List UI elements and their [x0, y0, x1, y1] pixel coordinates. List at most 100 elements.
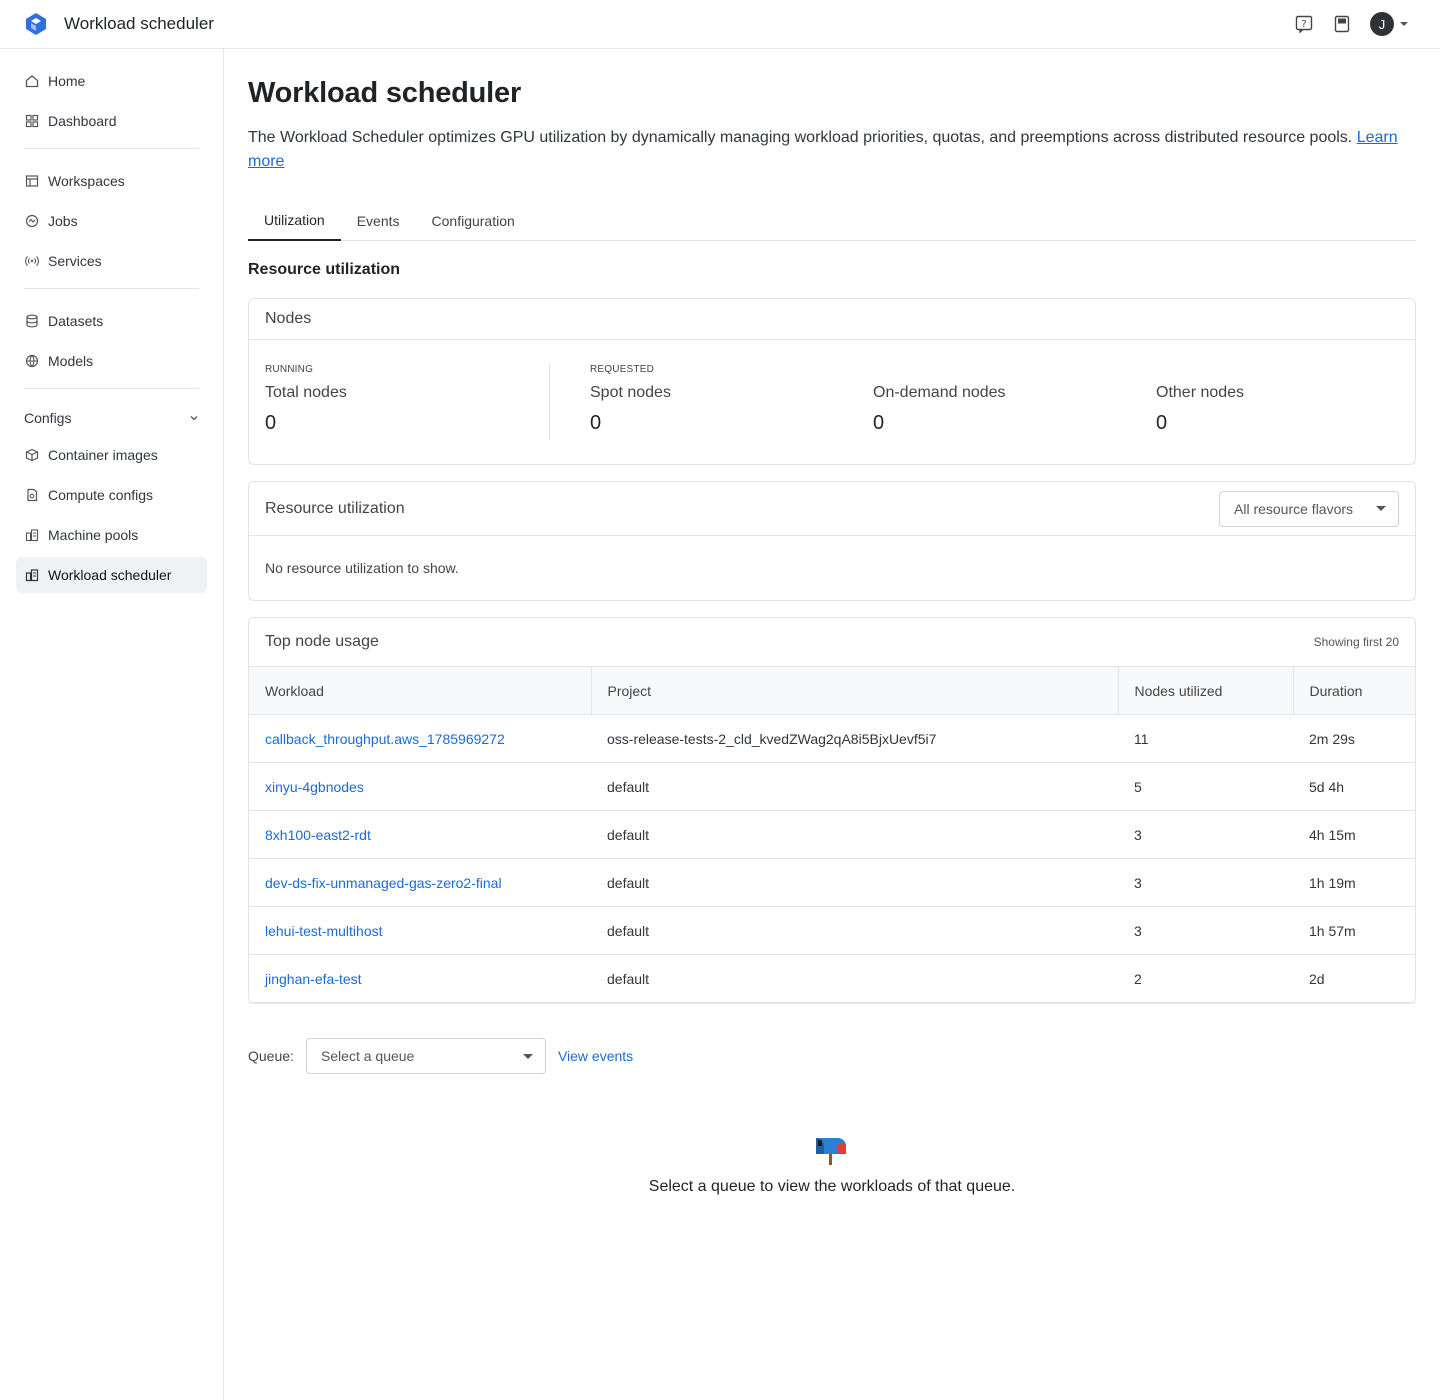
nodes-cell: 3 — [1118, 906, 1293, 955]
compute-icon — [24, 487, 40, 503]
top-node-table: Workload Project Nodes utilized Duration… — [249, 666, 1415, 1003]
view-events-link[interactable]: View events — [558, 1048, 633, 1064]
sidebar-item-label: Workspaces — [48, 173, 125, 189]
sidebar-item-machine-pools[interactable]: Machine pools — [16, 517, 207, 553]
nodes-cell: 11 — [1118, 714, 1293, 763]
sidebar-item-dashboard[interactable]: Dashboard — [16, 103, 207, 139]
queue-row: Queue: Select a queue View events — [248, 1038, 1416, 1074]
chevron-down-icon — [522, 1053, 533, 1059]
chevron-down-icon — [1400, 22, 1408, 26]
nodes-card: Nodes RUNNING Total nodes 0 REQUESTED Sp… — [248, 298, 1416, 465]
sidebar-divider — [24, 148, 199, 149]
scheduler-icon — [24, 567, 40, 583]
column-header-duration[interactable]: Duration — [1292, 666, 1415, 715]
tab-utilization[interactable]: Utilization — [248, 201, 341, 241]
sidebar-item-workspaces[interactable]: Workspaces — [16, 163, 207, 199]
top-node-title: Top node usage — [265, 633, 379, 650]
tab-configuration[interactable]: Configuration — [416, 201, 531, 241]
main-content: Workload scheduler The Workload Schedule… — [248, 49, 1416, 1196]
sidebar-item-container-images[interactable]: Container images — [16, 437, 207, 473]
sidebar-item-home[interactable]: Home — [16, 63, 207, 99]
workload-link[interactable]: 8xh100-east2-rdt — [265, 827, 371, 843]
spot-nodes-label: Spot nodes — [590, 384, 671, 401]
queue-label: Queue: — [248, 1048, 294, 1064]
resource-empty-message: No resource utilization to show. — [265, 560, 459, 576]
total-nodes-value: 0 — [265, 412, 277, 434]
stat-ondemand-nodes: On-demand nodes 0 — [873, 364, 1156, 440]
stat-other-nodes: Other nodes 0 — [1156, 364, 1376, 440]
sidebar-item-label: Datasets — [48, 313, 104, 329]
nodes-cell: 2 — [1118, 954, 1293, 1003]
dataset-icon — [24, 313, 40, 329]
models-icon — [24, 353, 40, 369]
column-header-nodes[interactable]: Nodes utilized — [1117, 666, 1293, 715]
workload-link[interactable]: jinghan-efa-test — [265, 971, 362, 987]
sidebar-group-label: Configs — [24, 410, 72, 426]
project-cell: default — [591, 810, 1118, 859]
sidebar-item-compute-configs[interactable]: Compute configs — [16, 477, 207, 513]
project-cell: default — [591, 858, 1118, 907]
app-title: Workload scheduler — [64, 14, 214, 33]
workload-link[interactable]: dev-ds-fix-unmanaged-gas-zero2-final — [265, 875, 502, 891]
resource-card-header: Resource utilization All resource flavor… — [249, 482, 1415, 536]
resource-title: Resource utilization — [265, 499, 405, 517]
sidebar-item-jobs[interactable]: Jobs — [16, 203, 207, 239]
book-icon[interactable] — [1332, 14, 1352, 34]
sidebar-item-workload-scheduler[interactable]: Workload scheduler — [16, 557, 207, 593]
table-row: lehui-test-multihost default 3 1h 57m — [249, 906, 1415, 955]
top-bar: Workload scheduler ? J — [0, 0, 1440, 49]
nodes-card-header: Nodes — [249, 299, 1415, 340]
svg-text:?: ? — [1301, 19, 1306, 30]
workload-link[interactable]: xinyu-4gbnodes — [265, 779, 364, 795]
sidebar-item-label: Container images — [48, 447, 158, 463]
workspace-icon — [24, 173, 40, 189]
section-title: Resource utilization — [248, 261, 401, 278]
running-label: RUNNING — [265, 364, 314, 375]
resource-flavor-select[interactable]: All resource flavors — [1219, 490, 1399, 527]
sidebar-group-configs[interactable]: Configs — [16, 403, 207, 433]
table-row: xinyu-4gbnodes default 5 5d 4h — [249, 762, 1415, 811]
page-description: The Workload Scheduler optimizes GPU uti… — [248, 126, 1416, 174]
sidebar-item-models[interactable]: Models — [16, 343, 207, 379]
workload-link[interactable]: callback_throughput.aws_1785969272 — [265, 731, 505, 747]
avatar[interactable]: J — [1370, 12, 1394, 36]
chevron-down-icon — [1376, 506, 1386, 511]
project-cell: default — [591, 762, 1118, 811]
mailbox-icon — [816, 1138, 846, 1165]
sidebar-item-label: Services — [48, 253, 102, 269]
logo-icon[interactable] — [24, 12, 48, 36]
duration-cell: 1h 19m — [1293, 858, 1415, 907]
column-header-project[interactable]: Project — [590, 666, 1118, 715]
user-menu[interactable]: J — [1370, 12, 1408, 36]
jobs-icon — [24, 213, 40, 229]
services-icon — [24, 253, 40, 269]
resource-flavor-value: All resource flavors — [1234, 500, 1354, 517]
sidebar-item-services[interactable]: Services — [16, 243, 207, 279]
duration-cell: 5d 4h — [1293, 762, 1415, 811]
home-icon — [24, 73, 40, 89]
container-icon — [24, 447, 40, 463]
chevron-down-icon — [189, 410, 199, 426]
column-header-workload[interactable]: Workload — [249, 666, 591, 715]
tab-events[interactable]: Events — [341, 201, 416, 241]
sidebar-item-label: Dashboard — [48, 113, 117, 129]
stat-spot-nodes: REQUESTED Spot nodes 0 — [590, 364, 873, 440]
spot-nodes-value: 0 — [590, 412, 602, 434]
workload-link[interactable]: lehui-test-multihost — [265, 923, 383, 939]
top-node-usage-card: Top node usage Showing first 20 Workload… — [248, 617, 1416, 1004]
queue-select[interactable]: Select a queue — [305, 1038, 546, 1074]
ondemand-nodes-value: 0 — [873, 412, 885, 434]
sidebar-item-label: Compute configs — [48, 487, 154, 503]
nodes-cell: 3 — [1118, 810, 1293, 859]
sidebar-item-datasets[interactable]: Datasets — [16, 303, 207, 339]
sidebar-item-label: Machine pools — [48, 527, 139, 543]
duration-cell: 2d — [1293, 954, 1415, 1003]
nodes-title: Nodes — [265, 310, 312, 327]
page-title: Workload scheduler — [248, 77, 522, 109]
ondemand-nodes-label: On-demand nodes — [873, 384, 1006, 401]
sidebar-item-label: Workload scheduler — [48, 567, 172, 583]
duration-cell: 2m 29s — [1293, 714, 1415, 763]
help-icon[interactable]: ? — [1294, 14, 1314, 34]
top-node-header: Top node usage Showing first 20 — [249, 618, 1415, 666]
duration-cell: 4h 15m — [1293, 810, 1415, 859]
